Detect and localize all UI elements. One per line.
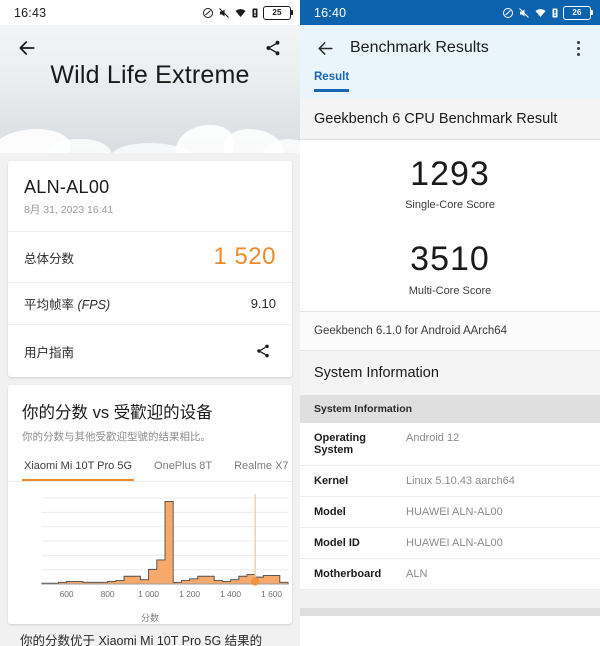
row-key: Kernel <box>314 475 406 487</box>
row-value: Android 12 <box>406 432 459 456</box>
multi-core-score-block: 3510 Multi-Core Score <box>300 225 600 310</box>
score-distribution-chart: 600 800 1 000 1 200 1 400 1 600 分数 <box>8 482 292 624</box>
tab-xiaomi-mi-10t-pro-5g[interactable]: Xiaomi Mi 10T Pro 5G <box>22 454 134 481</box>
svg-text:1 400: 1 400 <box>220 589 241 599</box>
avg-fps-label: 平均帧率 (FPS) <box>24 294 110 313</box>
single-core-value: 1293 <box>300 156 600 193</box>
row-key: Motherboard <box>314 568 406 580</box>
list-tail-spacer <box>300 590 600 608</box>
svg-text:1 200: 1 200 <box>179 589 200 599</box>
back-arrow-icon[interactable] <box>312 35 338 61</box>
row-key: Operating System <box>314 432 406 456</box>
multi-core-label: Multi-Core Score <box>300 285 600 297</box>
row-value: ALN <box>406 568 427 580</box>
left-screen-3dmark: 16:43 25 <box>0 0 300 646</box>
result-tabbar: Result <box>300 71 600 99</box>
row-value: Linux 5.10.43 aarch64 <box>406 475 515 487</box>
mute-icon <box>518 7 530 19</box>
status-icons: 26 <box>502 6 591 20</box>
right-screen-geekbench: 16:40 26 <box>300 0 600 646</box>
avg-fps-value: 9.10 <box>251 296 276 311</box>
dnd-icon <box>502 7 514 19</box>
chart-xaxis-label: 分数 <box>12 611 288 624</box>
system-information-subheader: System Information <box>300 395 600 423</box>
wifi-icon <box>234 7 247 19</box>
table-row: Model HUAWEI ALN-AL00 <box>300 497 600 528</box>
status-time: 16:43 <box>14 6 46 20</box>
dual-screenshot-container: 16:43 25 <box>0 0 600 646</box>
device-tabs: Xiaomi Mi 10T Pro 5G OnePlus 8T Realme X… <box>8 454 292 482</box>
total-score-row: 总体分数 1 520 <box>8 231 292 282</box>
status-time: 16:40 <box>314 6 346 20</box>
back-arrow-icon[interactable] <box>14 35 40 61</box>
tab-oneplus-8t[interactable]: OnePlus 8T <box>152 454 214 481</box>
row-value: HUAWEI ALN-AL00 <box>406 506 503 518</box>
result-heading: Geekbench 6 CPU Benchmark Result <box>300 99 600 140</box>
battery-icon: 25 <box>263 6 291 20</box>
page-title: Benchmark Results <box>350 39 556 57</box>
total-score-label: 总体分数 <box>24 248 74 267</box>
signal-icon <box>251 7 259 19</box>
list-tail-spacer-2 <box>300 608 600 616</box>
benchmark-title: Wild Life Extreme <box>0 61 300 90</box>
system-information-heading: System Information <box>300 351 600 395</box>
right-status-bar: 16:40 26 <box>300 0 600 25</box>
comparison-card: 你的分数 vs 受歡迎的设备 你的分数与其他受歡迎型號的结果相比。 Xiaomi… <box>8 385 292 624</box>
user-guide-row[interactable]: 用户指南 <box>8 324 292 377</box>
geekbench-version: Geekbench 6.1.0 for Android AArch64 <box>300 311 600 351</box>
svg-text:1 000: 1 000 <box>138 589 159 599</box>
avg-fps-row: 平均帧率 (FPS) 9.10 <box>8 282 292 324</box>
tab-realme-x7[interactable]: Realme X7 <box>232 454 290 481</box>
left-status-bar: 16:43 25 <box>0 0 300 25</box>
run-date: 8月 31, 2023 16:41 <box>8 198 292 231</box>
svg-text:1 600: 1 600 <box>261 589 282 599</box>
overflow-menu-icon[interactable] <box>568 41 588 56</box>
row-key: Model ID <box>314 537 406 549</box>
single-core-score-block: 1293 Single-Core Score <box>300 140 600 225</box>
percentile-note: 你的分数优于 Xiaomi Mi 10T Pro 5G 结果的 96% 。 <box>8 624 292 646</box>
row-value: HUAWEI ALN-AL00 <box>406 537 503 549</box>
mute-icon <box>218 7 230 19</box>
tab-result[interactable]: Result <box>314 71 349 92</box>
multi-core-value: 3510 <box>300 241 600 278</box>
chart-canvas: 600 800 1 000 1 200 1 400 1 600 <box>12 490 296 608</box>
svg-text:600: 600 <box>60 589 74 599</box>
comparison-title: 你的分数 vs 受歡迎的设备 <box>8 385 292 423</box>
comparison-subtitle: 你的分数与其他受歡迎型號的结果相比。 <box>8 423 292 454</box>
dnd-icon <box>202 7 214 19</box>
svg-text:800: 800 <box>101 589 115 599</box>
signal-icon <box>551 7 559 19</box>
battery-icon: 26 <box>563 6 591 20</box>
wifi-icon <box>534 7 547 19</box>
table-row: Motherboard ALN <box>300 559 600 590</box>
single-core-label: Single-Core Score <box>300 199 600 211</box>
score-card: ALN-AL00 8月 31, 2023 16:41 总体分数 1 520 平均… <box>8 161 292 377</box>
table-row: Model ID HUAWEI ALN-AL00 <box>300 528 600 559</box>
device-name: ALN-AL00 <box>8 161 292 198</box>
table-row: Kernel Linux 5.10.43 aarch64 <box>300 466 600 497</box>
hero-banner: Wild Life Extreme <box>0 25 300 153</box>
user-guide-label: 用户指南 <box>24 342 74 361</box>
share-icon[interactable] <box>260 35 286 61</box>
share-icon[interactable] <box>250 338 276 364</box>
row-key: Model <box>314 506 406 518</box>
app-header: Benchmark Results <box>300 25 600 71</box>
status-icons: 25 <box>202 6 291 20</box>
left-content: ALN-AL00 8月 31, 2023 16:41 总体分数 1 520 平均… <box>0 153 300 646</box>
table-row: Operating System Android 12 <box>300 423 600 466</box>
total-score-value: 1 520 <box>213 243 276 271</box>
